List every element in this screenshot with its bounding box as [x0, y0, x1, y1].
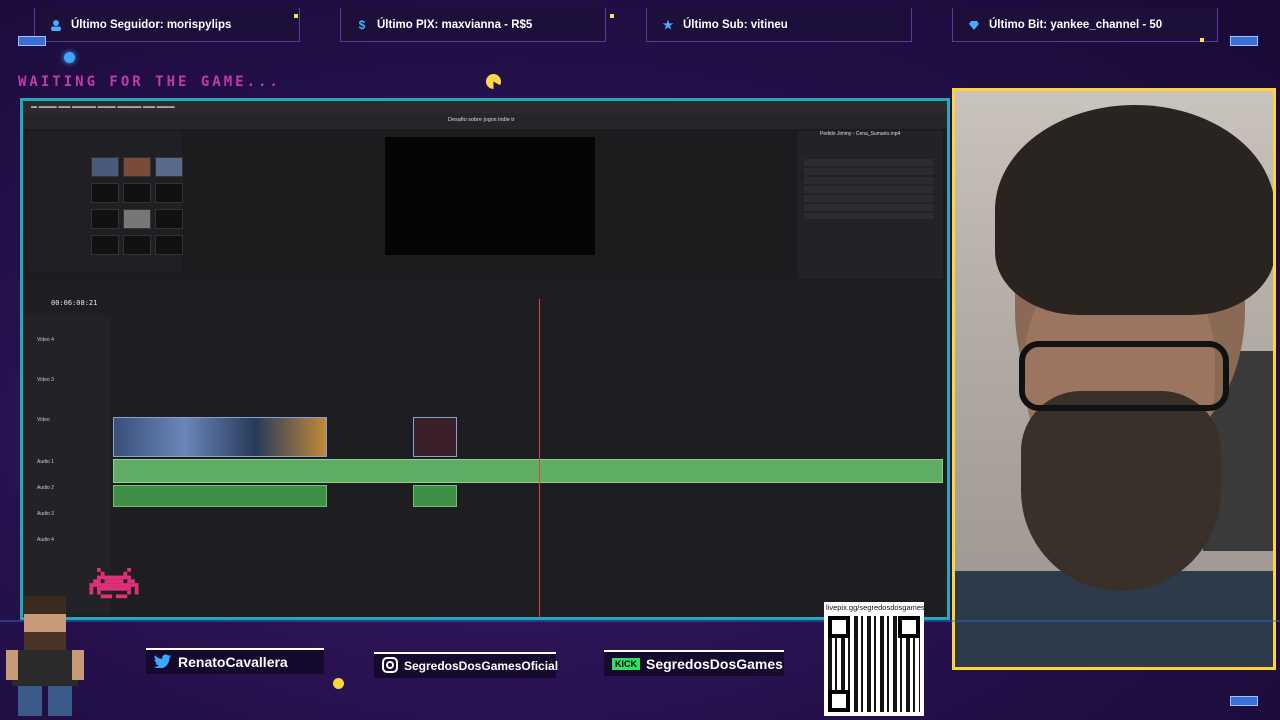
glasses — [1019, 341, 1229, 411]
video-clip[interactable] — [413, 417, 457, 457]
alert-last-bit: Último Bit: yankee_channel - 50 — [952, 8, 1218, 42]
qr-corner — [828, 690, 850, 712]
inspector-panel[interactable]: Pedido Jimmy - Cena_Sumario.mp4 — [798, 131, 943, 279]
audio-clip[interactable] — [113, 485, 327, 507]
instagram-handle[interactable]: SegredosDosGamesOficial — [374, 652, 559, 678]
track-label: Audio 1 — [37, 459, 54, 465]
decor-dot — [294, 14, 298, 18]
qr-corner — [828, 616, 850, 638]
inspector-title: Pedido Jimmy - Cena_Sumario.mp4 — [820, 131, 901, 137]
kick-handle[interactable]: KICK SegredosDosGames — [604, 650, 784, 676]
decor-dot — [64, 52, 75, 63]
track-label: Video 4 — [37, 337, 54, 343]
diamond-icon — [967, 18, 981, 32]
audio-clip[interactable] — [413, 485, 457, 507]
inspector-rows[interactable] — [804, 159, 934, 219]
media-thumb[interactable] — [91, 183, 119, 203]
kick-icon: KICK — [612, 658, 640, 670]
track-label: Audio 4 — [37, 537, 54, 543]
track-label: Video 3 — [37, 377, 54, 383]
preview-viewer[interactable] — [385, 137, 595, 255]
video-editor-capture: ▬ ▬▬▬ ▬▬ ▬▬▬▬ ▬▬▬ ▬▬▬▬ ▬▬ ▬▬▬ Desafio so… — [20, 98, 950, 620]
media-thumb[interactable] — [123, 209, 151, 229]
decor-dot — [333, 678, 344, 689]
user-icon — [49, 18, 63, 32]
star-icon: ★ — [662, 17, 674, 32]
kick-text: SegredosDosGames — [646, 656, 783, 672]
waiting-text: WAITING FOR THE GAME... — [18, 74, 281, 90]
media-thumb[interactable] — [155, 183, 183, 203]
alert-last-follower: Último Seguidor: morispylips — [34, 8, 300, 42]
decor-dot — [1200, 38, 1204, 42]
dollar-icon: $ — [358, 17, 366, 32]
project-title: Desafio sobre jogos indie tr — [448, 117, 515, 123]
media-thumb[interactable] — [91, 157, 119, 177]
alert-text: Último Bit: yankee_channel - 50 — [989, 18, 1163, 31]
track-label: Audio 3 — [37, 511, 54, 517]
webcam-feed — [952, 88, 1276, 670]
track-label: Video — [37, 417, 50, 423]
media-thumb[interactable] — [155, 157, 183, 177]
pacman-icon — [486, 74, 501, 89]
audio-clip[interactable] — [113, 459, 943, 483]
editor-menubar: ▬ ▬▬▬ ▬▬ ▬▬▬▬ ▬▬▬ ▬▬▬▬ ▬▬ ▬▬▬ — [23, 101, 947, 113]
media-thumb[interactable] — [155, 209, 183, 229]
instagram-icon — [382, 656, 398, 676]
pixel-character-icon — [6, 596, 84, 716]
twitter-icon — [154, 653, 172, 671]
beard — [1021, 391, 1221, 591]
video-clip[interactable] — [113, 417, 327, 457]
timeline-timecode: 00:06:08:21 — [51, 299, 98, 307]
space-invader-icon — [89, 568, 139, 599]
alert-text: Último PIX: maxvianna - R$5 — [377, 18, 533, 31]
playhead[interactable] — [539, 299, 540, 617]
alert-text: Último Seguidor: morispylips — [71, 18, 232, 31]
editor-toolbar: Desafio sobre jogos indie tr — [23, 113, 947, 129]
media-thumb[interactable] — [91, 235, 119, 255]
hair — [995, 105, 1273, 315]
media-thumb[interactable] — [123, 235, 151, 255]
decor-dot — [610, 14, 614, 18]
media-thumb[interactable] — [155, 235, 183, 255]
media-thumb[interactable] — [91, 209, 119, 229]
divider-line — [0, 620, 1280, 622]
qr-label: livepix.gg/segredosdosgames — [826, 603, 925, 612]
twitter-handle[interactable]: RenatoCavallera — [146, 648, 324, 674]
qr-code-panel[interactable]: livepix.gg/segredosdosgames — [824, 602, 925, 716]
corner-tag — [18, 36, 46, 46]
qr-corner — [898, 616, 920, 638]
timeline[interactable]: 00:06:08:21 Video 4 Video 3 Video Audio … — [23, 281, 947, 617]
twitter-text: RenatoCavallera — [178, 654, 288, 670]
alert-last-sub: ★ Último Sub: vitineu — [646, 8, 912, 42]
alert-last-pix: $ Último PIX: maxvianna - R$5 — [340, 8, 606, 42]
corner-tag — [1230, 696, 1258, 706]
track-label: Audio 2 — [37, 485, 54, 491]
corner-tag — [1230, 36, 1258, 46]
instagram-text: SegredosDosGamesOficial — [404, 659, 559, 673]
media-pool[interactable] — [27, 131, 183, 271]
media-thumb[interactable] — [123, 183, 151, 203]
media-thumb[interactable] — [123, 157, 151, 177]
alert-text: Último Sub: vitineu — [683, 18, 788, 31]
